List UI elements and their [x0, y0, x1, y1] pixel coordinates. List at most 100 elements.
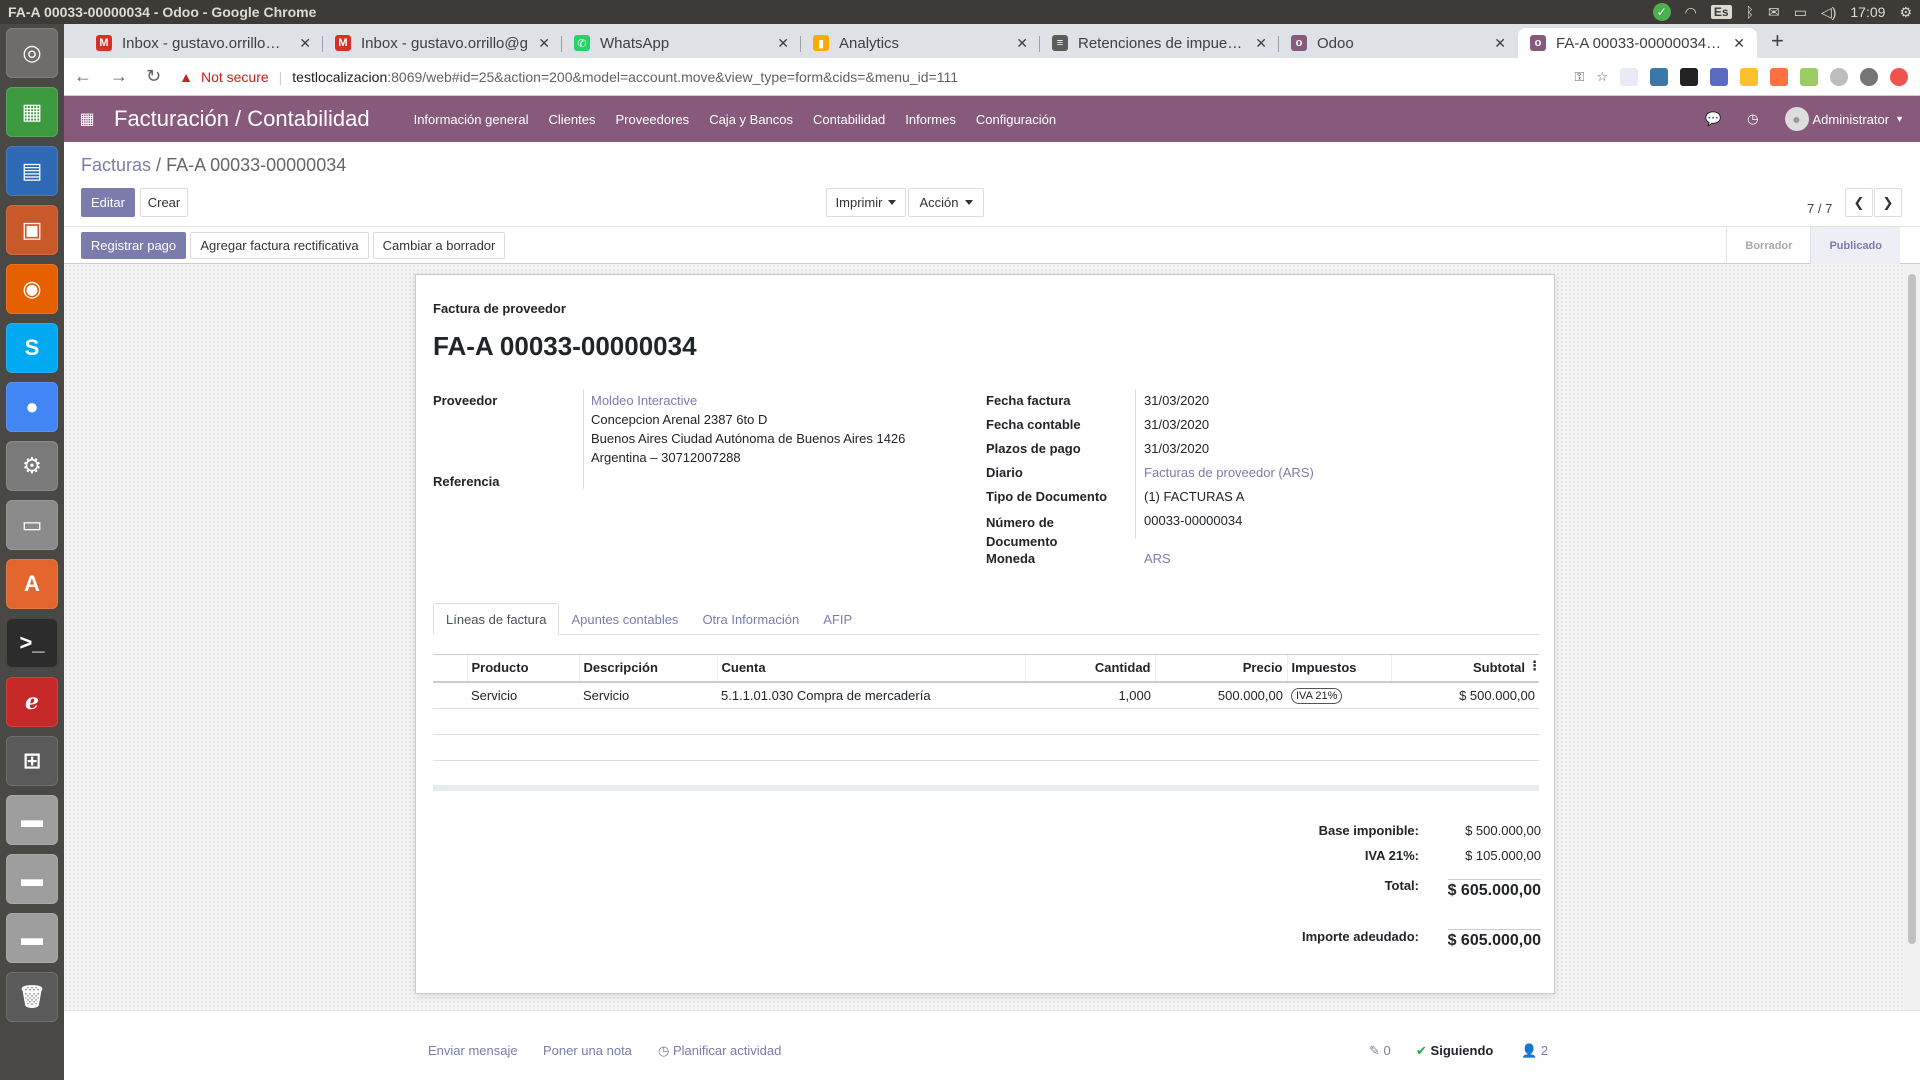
tab-close-icon[interactable]: ✕ [1733, 35, 1745, 52]
pager-previous-button[interactable]: ❮ [1845, 188, 1873, 217]
keyboard-layout-indicator[interactable]: Es [1710, 5, 1732, 19]
pager-value[interactable]: 7 / 7 [1807, 201, 1832, 216]
currency-link[interactable]: ARS [1144, 551, 1171, 566]
register-payment-button[interactable]: Registrar pago [81, 232, 186, 259]
browser-tab[interactable]: M Inbox - gustavo.orrillo@g ✕ [323, 28, 562, 58]
ubuntu-dash-icon[interactable]: ◎ [6, 28, 58, 78]
new-tab-plus-icon[interactable]: + [1757, 28, 1798, 58]
column-header-product[interactable]: Producto [466, 654, 579, 683]
followers-button[interactable]: 👤 2 [1521, 1043, 1548, 1059]
send-message-button[interactable]: Enviar mensaje [428, 1043, 518, 1058]
partner-link[interactable]: Moldeo Interactive [591, 393, 697, 408]
main-menu-item[interactable]: Informes [905, 112, 956, 127]
reload-icon[interactable]: ↻ [146, 66, 161, 87]
disk-drive-icon[interactable]: ▬ [6, 913, 58, 963]
workspace-switcher-icon[interactable]: ⊞ [6, 736, 58, 786]
pager-next-button[interactable]: ❯ [1874, 188, 1902, 217]
scrollbar-thumb[interactable] [1908, 274, 1916, 944]
column-header-subtotal[interactable]: Subtotal [1390, 654, 1539, 683]
sync-ok-icon[interactable]: ✓ [1652, 3, 1671, 21]
browser-tab[interactable]: M Inbox - gustavo.orrillo@m ✕ [84, 28, 323, 58]
battery-icon[interactable]: ▭ [1794, 4, 1807, 21]
clock[interactable]: 17:09 [1850, 4, 1885, 20]
python-extension-icon[interactable] [1650, 67, 1668, 86]
chrome-icon[interactable]: ● [6, 382, 58, 432]
tab-close-icon[interactable]: ✕ [1255, 35, 1267, 52]
power-gear-icon[interactable]: ⚙ [1899, 4, 1912, 21]
spreadsheet-icon[interactable]: ▦ [6, 87, 58, 137]
forward-icon[interactable]: → [110, 66, 128, 87]
writer-icon[interactable]: ▤ [6, 146, 58, 196]
main-menu-item[interactable]: Clientes [549, 112, 596, 127]
column-header-quantity[interactable]: Cantidad [1024, 654, 1155, 683]
page-scrollbar[interactable] [1904, 264, 1920, 1010]
tab-journal-items[interactable]: Apuntes contables [559, 603, 690, 635]
add-credit-note-button[interactable]: Agregar factura rectificativa [190, 232, 369, 259]
back-icon[interactable]: ← [74, 66, 92, 87]
extension-icon[interactable] [1740, 67, 1758, 86]
file-manager-icon[interactable]: ▭ [6, 500, 58, 550]
wifi-icon[interactable]: ◠ [1685, 4, 1697, 21]
bluetooth-icon[interactable]: ᛒ [1746, 4, 1754, 20]
system-settings-icon[interactable]: ⚙ [6, 441, 58, 491]
extension-icon[interactable] [1800, 67, 1818, 86]
table-row[interactable]: Servicio Servicio 5.1.1.01.030 Compra de… [433, 681, 1539, 709]
main-menu-item[interactable]: Información general [414, 112, 529, 127]
browser-tab[interactable]: o Odoo ✕ [1279, 28, 1518, 58]
browser-tab[interactable]: ≡ Retenciones de impuestos ✕ [1040, 28, 1279, 58]
tab-invoice-lines[interactable]: Líneas de factura [433, 603, 560, 635]
attachments-button[interactable]: ✎ 0 [1369, 1043, 1391, 1059]
software-center-icon[interactable]: A [6, 559, 58, 609]
extension-icon[interactable] [1770, 67, 1788, 86]
terminal-icon[interactable]: >_ [6, 618, 58, 668]
main-menu-item[interactable]: Configuración [976, 112, 1056, 127]
main-menu-item[interactable]: Proveedores [615, 112, 689, 127]
extension-icon[interactable] [1830, 67, 1848, 86]
app-brand[interactable]: Facturación / Contabilidad [114, 106, 370, 132]
key-icon[interactable]: ⚿ [1574, 69, 1584, 85]
log-note-button[interactable]: Poner una nota [543, 1043, 632, 1058]
bookmark-star-icon[interactable]: ☆ [1596, 69, 1608, 85]
following-button[interactable]: ✔ Siguiendo [1416, 1043, 1493, 1059]
create-button[interactable]: Crear [140, 188, 188, 217]
tab-close-icon[interactable]: ✕ [299, 35, 311, 52]
apps-grid-icon[interactable]: ▦ [64, 109, 110, 129]
mail-icon[interactable]: ✉ [1768, 4, 1780, 21]
column-header-description[interactable]: Descripción [578, 654, 717, 683]
extension-icon[interactable] [1620, 67, 1638, 86]
schedule-activity-button[interactable]: ◷ Planificar actividad [658, 1043, 781, 1059]
column-header-account[interactable]: Cuenta [716, 654, 1025, 683]
browser-tab[interactable]: ✆ WhatsApp ✕ [562, 28, 801, 58]
journal-link[interactable]: Facturas de proveedor (ARS) [1144, 465, 1314, 480]
main-menu-item[interactable]: Contabilidad [813, 112, 885, 127]
browser-tab[interactable]: o FA-A 00033-00000034 - Odoo ✕ [1518, 28, 1757, 58]
disk-drive-icon[interactable]: ▬ [6, 795, 58, 845]
print-dropdown[interactable]: Imprimir [826, 188, 906, 217]
not-secure-indicator[interactable]: ▲ Not secure [179, 69, 269, 85]
column-header-price[interactable]: Precio [1154, 654, 1287, 683]
profile-icon[interactable] [1860, 67, 1878, 86]
omnibox[interactable]: ▲ Not secure | testlocalizacion:8069/web#… [179, 69, 1556, 85]
disk-drive-icon[interactable]: ▬ [6, 854, 58, 904]
tab-other-info[interactable]: Otra Información [690, 603, 811, 635]
tab-close-icon[interactable]: ✕ [1494, 35, 1506, 52]
browser-tab[interactable]: ▮ Analytics ✕ [801, 28, 1040, 58]
optional-columns-icon[interactable]: ⋮ [1528, 658, 1541, 674]
foxit-reader-icon[interactable]: ℯ [6, 677, 58, 727]
extension-icon[interactable] [1890, 67, 1908, 86]
tab-close-icon[interactable]: ✕ [777, 35, 789, 52]
breadcrumb-invoices-link[interactable]: Facturas [81, 155, 151, 175]
chat-icon[interactable]: 💬 [1705, 111, 1721, 127]
tab-afip[interactable]: AFIP [811, 603, 864, 635]
tab-close-icon[interactable]: ✕ [538, 35, 550, 52]
firefox-icon[interactable]: ◉ [6, 264, 58, 314]
edit-button[interactable]: Editar [81, 188, 135, 217]
extension-icon[interactable] [1710, 67, 1728, 86]
tab-close-icon[interactable]: ✕ [1016, 35, 1028, 52]
activity-clock-icon[interactable]: ◷ [1747, 111, 1758, 127]
url-text[interactable]: testlocalizacion:8069/web#id=25&action=2… [292, 69, 958, 85]
extension-icon[interactable] [1680, 67, 1698, 86]
reset-to-draft-button[interactable]: Cambiar a borrador [373, 232, 505, 259]
action-dropdown[interactable]: Acción [908, 188, 984, 217]
main-menu-item[interactable]: Caja y Bancos [709, 112, 793, 127]
